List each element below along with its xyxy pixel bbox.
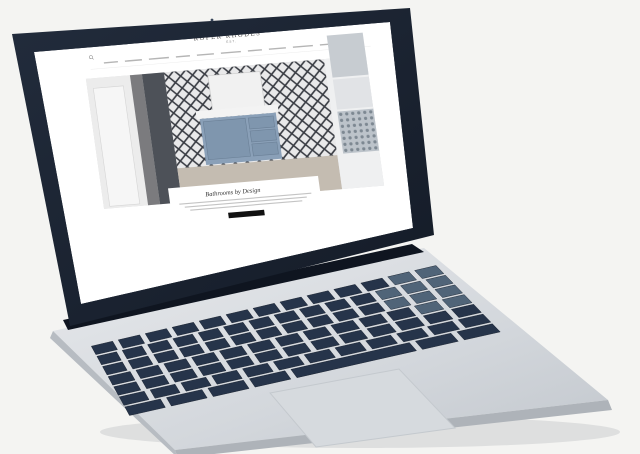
laptop-photo: ROPER RHODES EST. Bathrooms by Design [0,0,640,454]
camera [210,18,214,22]
site-logo-sub: EST. [226,39,237,44]
